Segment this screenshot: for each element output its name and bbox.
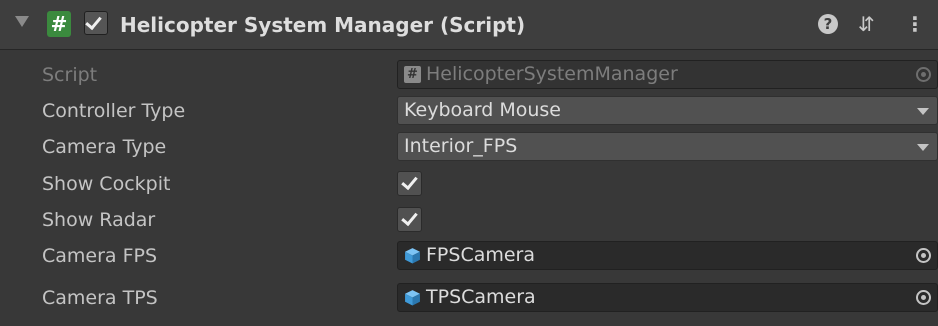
gameobject-cube-icon [405, 290, 420, 306]
component-header: # Helicopter System Manager (Script) ? ⇵… [0, 0, 938, 50]
checkmark-icon [85, 12, 102, 31]
checkmark-icon [401, 172, 418, 191]
foldout-arrow-icon[interactable] [15, 16, 29, 27]
checkmark-icon [401, 208, 418, 227]
camera-type-row: Camera Type Interior_FPS [0, 129, 938, 165]
camera-fps-field[interactable]: FPSCamera [397, 241, 938, 270]
help-icon[interactable]: ? [818, 14, 838, 34]
show-radar-row: Show Radar [0, 202, 938, 238]
component-enabled-checkbox[interactable] [84, 11, 108, 35]
camera-type-dropdown[interactable]: Interior_FPS [397, 132, 938, 161]
show-cockpit-row: Show Cockpit [0, 166, 938, 202]
controller-type-row: Controller Type Keyboard Mouse [0, 93, 938, 129]
camera-tps-value: TPSCamera [426, 286, 536, 308]
camera-fps-value: FPSCamera [426, 244, 536, 266]
dropdown-arrow-icon [917, 108, 929, 115]
script-row: Script # HelicopterSystemManager [0, 57, 938, 93]
controller-type-value: Keyboard Mouse [404, 99, 562, 121]
object-picker-icon[interactable] [916, 290, 931, 305]
camera-type-label: Camera Type [42, 136, 167, 158]
gameobject-cube-icon [405, 248, 420, 264]
object-picker-icon [916, 67, 931, 82]
dropdown-arrow-icon [917, 144, 929, 151]
camera-fps-label: Camera FPS [42, 245, 158, 267]
kebab-menu-icon[interactable]: ⋮ [905, 12, 925, 36]
script-file-icon: # [404, 66, 421, 83]
camera-tps-field[interactable]: TPSCamera [397, 283, 938, 312]
camera-tps-row: Camera TPS TPSCamera [0, 280, 938, 316]
show-cockpit-label: Show Cockpit [42, 173, 171, 195]
component-title[interactable]: Helicopter System Manager (Script) [120, 11, 525, 39]
controller-type-label: Controller Type [42, 100, 186, 122]
script-value: HelicopterSystemManager [426, 63, 678, 85]
script-label: Script [42, 64, 98, 86]
script-icon: # [47, 11, 71, 37]
camera-fps-row: Camera FPS FPSCamera [0, 238, 938, 274]
preset-icon[interactable]: ⇵ [858, 12, 875, 36]
show-radar-checkbox[interactable] [397, 207, 422, 232]
camera-tps-label: Camera TPS [42, 287, 158, 309]
script-field: # HelicopterSystemManager [397, 60, 938, 89]
controller-type-dropdown[interactable]: Keyboard Mouse [397, 96, 938, 125]
show-radar-label: Show Radar [42, 209, 156, 231]
object-picker-icon[interactable] [916, 248, 931, 263]
camera-type-value: Interior_FPS [404, 135, 518, 157]
show-cockpit-checkbox[interactable] [397, 171, 422, 196]
